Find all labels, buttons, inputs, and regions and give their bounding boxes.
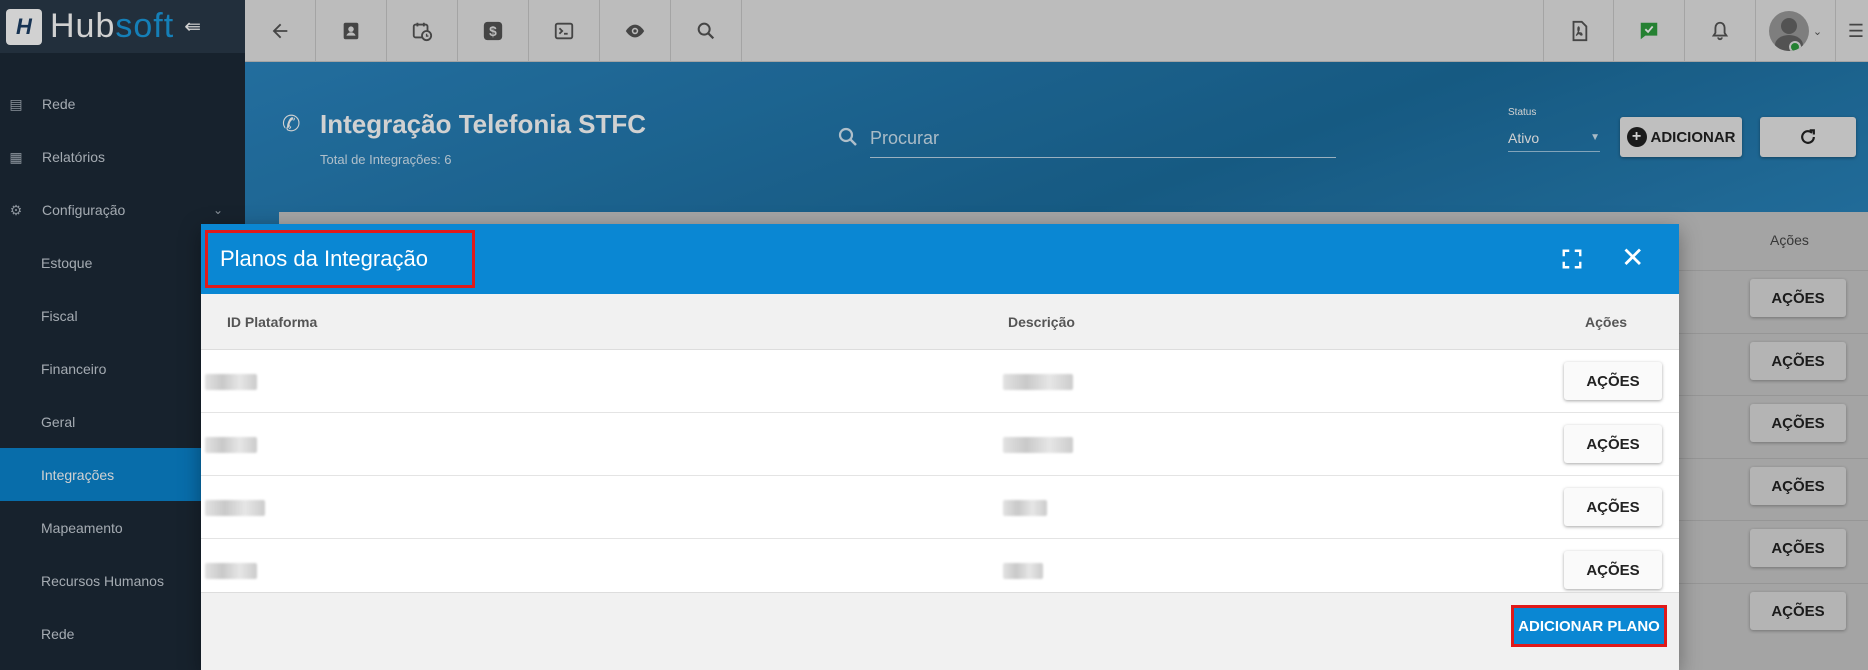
- modal-footer: ADICIONAR PLANO: [201, 592, 1679, 670]
- column-header-acoes: Ações: [1585, 314, 1628, 330]
- column-header-id: ID Plataforma: [227, 314, 318, 330]
- redacted-description: [1003, 500, 1047, 516]
- redacted-id: [205, 500, 265, 516]
- fullscreen-icon[interactable]: [1561, 248, 1583, 270]
- redacted-description: [1003, 374, 1073, 390]
- row-actions-button[interactable]: AÇÕES: [1564, 551, 1662, 589]
- table-row: AÇÕES: [201, 413, 1679, 476]
- modal-title: Planos da Integração: [205, 230, 475, 288]
- redacted-id: [205, 437, 257, 453]
- redacted-id: [205, 374, 257, 390]
- redacted-id: [205, 563, 257, 579]
- plans-table-header: ID Plataforma Descrição Ações: [201, 294, 1679, 350]
- column-header-descricao: Descrição: [1008, 314, 1075, 330]
- redacted-description: [1003, 563, 1043, 579]
- table-row: AÇÕES: [201, 350, 1679, 413]
- redacted-description: [1003, 437, 1073, 453]
- modal-header: Planos da Integração ✕: [201, 224, 1679, 294]
- plans-modal: Planos da Integração ✕ ID Plataforma Des…: [201, 224, 1679, 670]
- row-actions-button[interactable]: AÇÕES: [1564, 425, 1662, 463]
- close-icon[interactable]: ✕: [1621, 244, 1644, 272]
- row-actions-button[interactable]: AÇÕES: [1564, 362, 1662, 400]
- row-actions-button[interactable]: AÇÕES: [1564, 488, 1662, 526]
- table-row: AÇÕES: [201, 476, 1679, 539]
- add-plan-button[interactable]: ADICIONAR PLANO: [1511, 605, 1667, 647]
